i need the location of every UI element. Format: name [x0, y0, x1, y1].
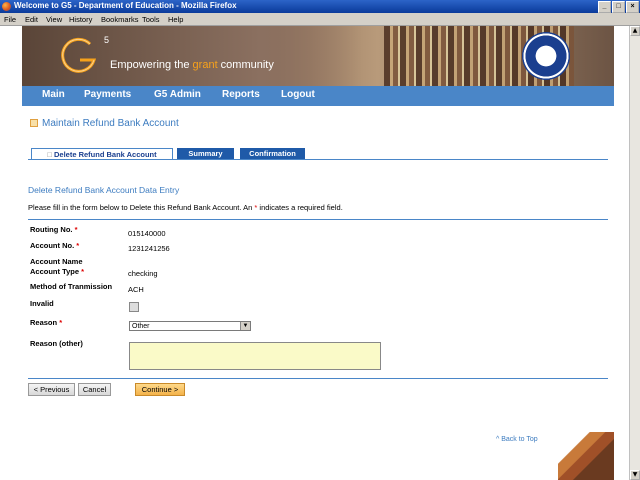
title-bullet-icon: [30, 119, 38, 128]
window-titlebar: Welcome to G5 - Department of Education …: [0, 0, 640, 13]
routing-no-label: Routing No. *: [30, 225, 78, 234]
minimize-button[interactable]: _: [598, 1, 611, 13]
method-of-transmission-label: Method of Tranmission: [30, 282, 113, 291]
menu-bookmarks[interactable]: Bookmarks: [101, 15, 139, 24]
account-no-label-text: Account No.: [30, 241, 75, 250]
header-banner: 5 Empowering the grant community: [22, 26, 614, 86]
reason-select-value: Other: [132, 323, 150, 330]
continue-button[interactable]: Continue >: [135, 383, 185, 396]
tab-label: Delete Refund Bank Account: [53, 150, 157, 159]
tabs-divider: [28, 159, 608, 160]
menu-view[interactable]: View: [46, 15, 62, 24]
g5-logo-icon: [61, 37, 97, 73]
maximize-button[interactable]: □: [612, 1, 625, 13]
tab-bullet-icon: □: [47, 150, 52, 159]
form-bottom-divider: [28, 378, 608, 379]
page-title-text: Maintain Refund Bank Account: [42, 118, 179, 129]
department-seal-icon: [522, 32, 570, 80]
menu-file[interactable]: File: [4, 15, 16, 24]
tab-confirmation[interactable]: Confirmation: [240, 148, 305, 159]
reason-other-textarea[interactable]: [129, 342, 381, 370]
nav-payments[interactable]: Payments: [84, 89, 131, 100]
account-no-label: Account No. *: [30, 241, 79, 250]
scroll-down-icon[interactable]: ▼: [630, 470, 640, 480]
scroll-up-icon[interactable]: ▲: [630, 26, 640, 36]
method-of-transmission-value: ACH: [128, 285, 144, 294]
account-type-value: checking: [128, 269, 158, 278]
routing-no-label-text: Routing No.: [30, 225, 73, 234]
main-nav: Main Payments G5 Admin Reports Logout: [22, 86, 614, 106]
reason-select[interactable]: Other ▼: [129, 321, 251, 331]
nav-logout[interactable]: Logout: [281, 89, 315, 100]
instr-post: indicates a required field.: [257, 203, 343, 212]
reason-other-label: Reason (other): [30, 339, 83, 348]
nav-main[interactable]: Main: [42, 89, 65, 100]
previous-button[interactable]: < Previous: [28, 383, 75, 396]
tagline: Empowering the grant community: [110, 59, 274, 71]
routing-no-value: 015140000: [128, 229, 166, 238]
account-type-label: Account Type *: [30, 267, 84, 276]
page-title: Maintain Refund Bank Account: [30, 118, 179, 129]
instr-pre: Please fill in the form below to Delete …: [28, 203, 255, 212]
menu-bar: File Edit View History Bookmarks Tools H…: [0, 13, 640, 26]
menu-tools[interactable]: Tools: [142, 15, 160, 24]
vertical-scrollbar[interactable]: ▲ ▼: [629, 26, 640, 480]
menu-help[interactable]: Help: [168, 15, 183, 24]
invalid-checkbox[interactable]: [129, 302, 139, 312]
tagline-post: community: [217, 59, 274, 71]
cancel-button[interactable]: Cancel: [78, 383, 111, 396]
corner-decoration: [558, 432, 614, 480]
required-mark: *: [74, 225, 78, 234]
close-button[interactable]: ×: [626, 1, 639, 13]
tab-summary[interactable]: Summary: [177, 148, 234, 159]
logo-superscript: 5: [104, 35, 110, 45]
form-top-divider: [28, 219, 608, 220]
form-instructions: Please fill in the form below to Delete …: [28, 203, 343, 212]
invalid-label: Invalid: [30, 299, 54, 308]
section-heading: Delete Refund Bank Account Data Entry: [28, 185, 180, 195]
back-to-top-link[interactable]: ^ Back to Top: [496, 436, 538, 443]
menu-history[interactable]: History: [69, 15, 92, 24]
nav-reports[interactable]: Reports: [222, 89, 260, 100]
firefox-icon: [2, 2, 11, 11]
required-mark: *: [76, 241, 80, 250]
reason-label-text: Reason: [30, 318, 58, 327]
account-type-label-text: Account Type: [30, 267, 80, 276]
nav-g5-admin[interactable]: G5 Admin: [154, 89, 201, 100]
required-mark: *: [59, 318, 63, 327]
account-no-value: 1231241256: [128, 244, 170, 253]
required-mark: *: [81, 267, 85, 276]
window-title: Welcome to G5 - Department of Education …: [14, 1, 237, 10]
menu-edit[interactable]: Edit: [25, 15, 38, 24]
page-content: 5 Empowering the grant community Main Pa…: [0, 26, 630, 480]
reason-label: Reason *: [30, 318, 62, 327]
account-name-label: Account Name: [30, 257, 83, 266]
tagline-pre: Empowering the: [110, 59, 193, 71]
chevron-down-icon[interactable]: ▼: [240, 322, 250, 330]
tagline-highlight: grant: [192, 59, 218, 71]
